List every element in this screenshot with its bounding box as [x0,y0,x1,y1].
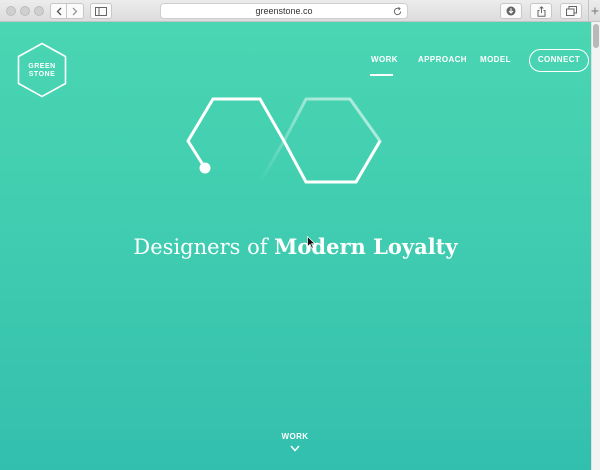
downloads-button[interactable] [500,3,522,19]
forward-arrow-icon [72,7,78,15]
scroll-to-work-link[interactable]: WORK [270,432,320,442]
logo-line-1: GREEN [28,63,56,70]
zoom-window-button[interactable] [34,6,44,16]
bright-hexagon-path [186,97,382,184]
share-button[interactable] [530,3,552,19]
minimize-window-button[interactable] [20,6,30,16]
share-icon [537,5,545,17]
plus-icon [591,7,598,15]
history-navigation [50,3,84,19]
back-arrow-icon [56,7,61,15]
chevron-down-icon[interactable] [290,445,300,452]
web-page: GREEN STONE WORK APPROACH MODEL CONNECT [0,22,591,470]
greenstone-logo[interactable]: GREEN STONE [17,42,67,98]
download-icon [506,6,516,16]
forward-button[interactable] [67,3,84,19]
page-scrollbar[interactable] [591,22,600,470]
reload-icon [393,6,401,15]
logo-wordmark: GREEN STONE [17,63,67,79]
cursor-icon [307,236,316,249]
address-bar[interactable]: greenstone.co [160,3,408,19]
nav-link-work[interactable]: WORK [371,55,398,65]
show-tabs-button[interactable] [560,3,582,19]
browser-toolbar: greenstone.co [0,0,600,22]
new-tab-button[interactable] [588,0,600,22]
headline-light-text: Designers of [133,235,268,259]
url-text: greenstone.co [255,6,313,16]
back-button[interactable] [50,3,67,19]
nav-link-approach[interactable]: APPROACH [418,55,467,65]
sidebar-icon [95,6,107,16]
hexagon-infinity-graphic [186,97,382,184]
headline-bold-text: Modern Loyalty [274,234,458,259]
hero-headline: Designers of Modern Loyalty [0,233,591,261]
browser-window: greenstone.co GREEN STONE WORK APPROACH … [0,0,600,470]
active-nav-underline [370,74,393,76]
path-start-dot [199,162,211,174]
reload-button[interactable] [391,5,403,17]
close-window-button[interactable] [6,6,16,16]
connect-button[interactable]: CONNECT [529,49,589,72]
nav-link-model[interactable]: MODEL [480,55,511,65]
sidebar-toggle-button[interactable] [90,3,112,19]
logo-line-2: STONE [28,71,56,78]
scrollbar-thumb[interactable] [593,24,599,48]
tabs-icon [565,6,577,16]
